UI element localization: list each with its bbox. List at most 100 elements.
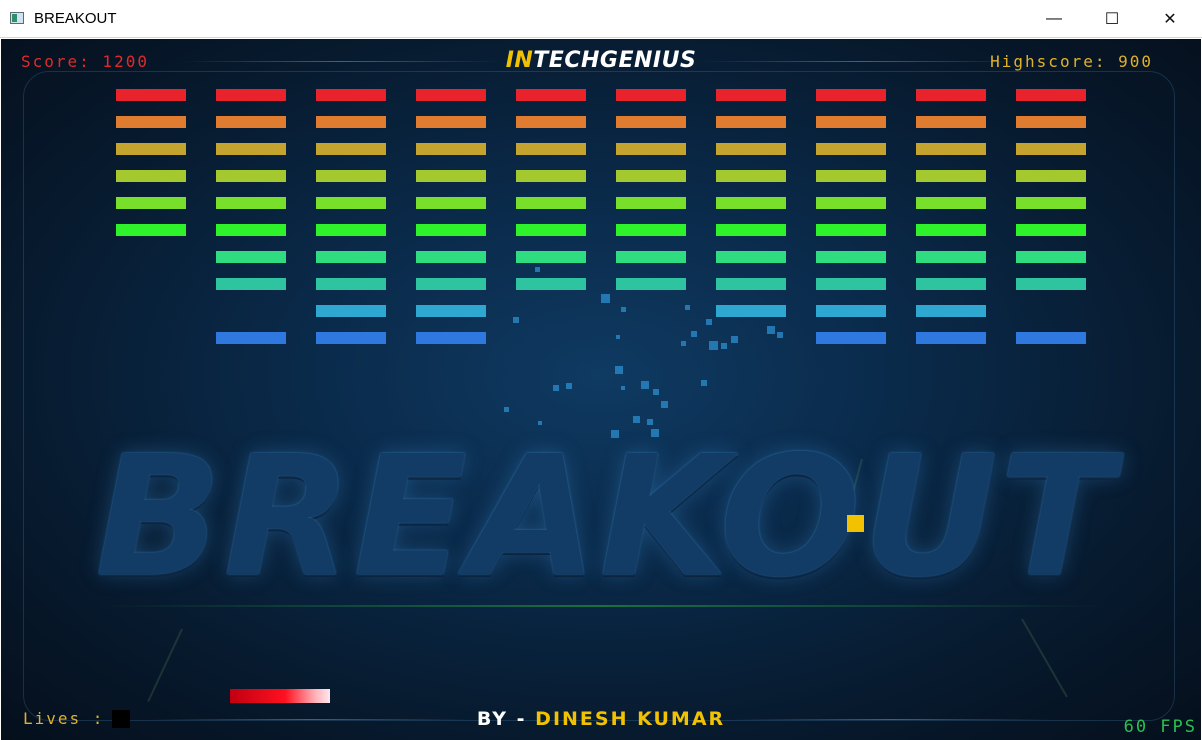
particle [731,336,738,343]
brick [616,251,686,263]
brick [816,170,886,182]
particle [647,419,653,425]
particle [721,343,727,349]
particle [709,341,718,350]
particle [621,307,626,312]
particle [777,332,783,338]
brick [516,278,586,290]
particle [661,401,668,408]
brick [1016,116,1086,128]
brick [916,116,986,128]
particle [513,317,519,323]
app-icon [10,12,24,24]
brick [616,143,686,155]
brick [616,116,686,128]
brick [316,251,386,263]
brand-logo: INTECHGENIUS [1,48,1201,73]
brick [716,305,786,317]
particle [651,429,659,437]
brick [616,224,686,236]
brick [316,197,386,209]
brick [416,251,486,263]
credit-prefix: BY - [476,708,536,730]
paddle[interactable] [230,689,330,703]
brick [1016,278,1086,290]
ball [847,515,864,532]
brick [916,305,986,317]
logo-rest: TECHGENIUS [533,48,697,73]
particle [538,421,542,425]
brick [1016,197,1086,209]
game-canvas[interactable]: BREAKOUT Score: 1200 Highscore: 900 INTE… [1,39,1201,740]
window-titlebar: BREAKOUT — ☐ ✕ [0,0,1202,38]
brick [1016,251,1086,263]
brick [116,197,186,209]
particle [616,335,620,339]
particle [504,407,509,412]
brick [116,170,186,182]
brick [816,197,886,209]
brick [116,224,186,236]
brick [316,332,386,344]
brick [616,89,686,101]
brick [216,332,286,344]
brick [716,143,786,155]
brick [916,224,986,236]
brick [516,116,586,128]
brick [716,116,786,128]
brick [416,224,486,236]
brick [916,278,986,290]
brick [816,332,886,344]
particle [681,341,686,346]
particle [701,380,707,386]
brick [516,143,586,155]
brick [716,170,786,182]
logo-prefix: IN [505,48,534,73]
brick [316,278,386,290]
brick [316,224,386,236]
brick [216,278,286,290]
close-button[interactable]: ✕ [1142,0,1198,38]
author-credit: BY - DINESH KUMAR [1,708,1201,730]
particle [611,430,619,438]
particle [685,305,690,310]
brick [116,89,186,101]
particle [706,319,712,325]
brick [216,89,286,101]
credit-name: DINESH KUMAR [535,708,726,730]
fps-counter: 60 FPS [1123,717,1197,737]
brick [916,89,986,101]
brick [616,170,686,182]
brick [716,89,786,101]
brick [1016,332,1086,344]
brick [216,251,286,263]
playfield-frame [23,71,1175,721]
particle [566,383,572,389]
minimize-button[interactable]: — [1026,0,1082,38]
brick [416,332,486,344]
brick [816,143,886,155]
brick [916,251,986,263]
brick [216,116,286,128]
particle [601,294,610,303]
particle [615,366,623,374]
brick [716,224,786,236]
brick [516,197,586,209]
brick [416,89,486,101]
brick [416,116,486,128]
brick [816,278,886,290]
particle [767,326,775,334]
brick [916,332,986,344]
brick [916,197,986,209]
particle [535,267,540,272]
brick [316,89,386,101]
brick [816,116,886,128]
brick [316,116,386,128]
brick [416,278,486,290]
maximize-button[interactable]: ☐ [1084,0,1140,38]
brick [716,251,786,263]
brick [416,170,486,182]
particle [641,381,649,389]
brick [316,143,386,155]
brick [1016,89,1086,101]
